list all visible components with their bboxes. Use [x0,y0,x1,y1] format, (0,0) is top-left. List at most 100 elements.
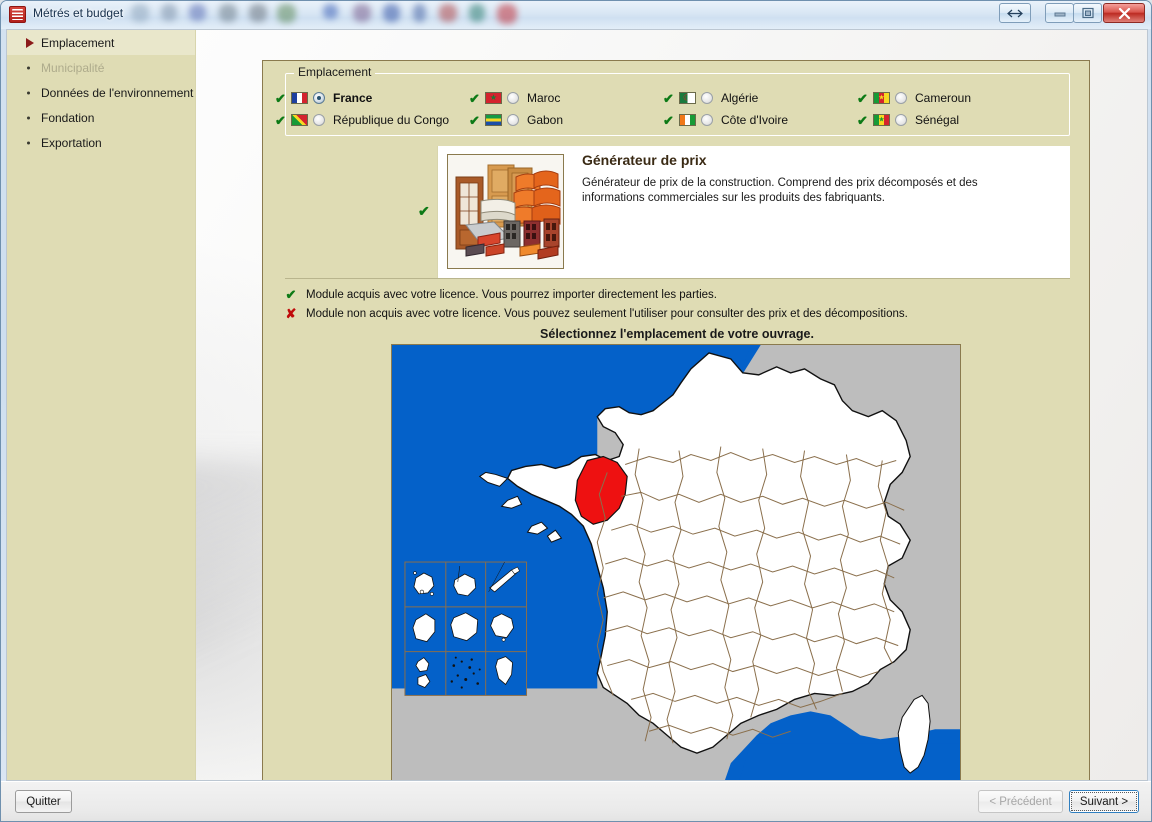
previous-button: < Précédent [978,790,1063,813]
map-heading: Sélectionnez l'emplacement de votre ouvr… [540,327,814,341]
radio-cameroun[interactable] [895,92,907,104]
close-button[interactable] [1103,3,1145,23]
bullet-icon [27,141,30,144]
glass-blur-blob [353,4,371,22]
sidebar-item-emplacement[interactable]: Emplacement [7,30,195,55]
flag-senegal-icon [873,114,890,126]
country-option-senegal[interactable]: ✔ Sénégal [845,109,1039,131]
radio-algerie[interactable] [701,92,713,104]
sidebar-item-label: Exportation [41,135,102,150]
sidebar-item-label: Données de l'environnement [41,85,194,100]
glass-blur-blob [249,4,267,22]
country-option-republique-du-congo[interactable]: ✔ République du Congo [263,109,457,131]
country-label: Algérie [721,91,759,105]
licensed-check-icon: ✔ [857,90,868,106]
radio-gabon[interactable] [507,114,519,126]
country-option-cote-divoire[interactable]: ✔ Côte d'Ivoire [651,109,845,131]
france-department-map[interactable] [391,344,961,780]
current-step-arrow-icon [26,37,34,48]
map-svg [392,345,960,780]
country-option-algerie[interactable]: ✔ Algérie [651,87,845,109]
glass-blur-blob [439,4,457,22]
product-licensed-check-icon: ✔ [418,203,430,219]
licensed-check-icon: ✔ [275,112,286,128]
licensed-check-icon: ✔ [469,90,480,106]
legend-licensed-text: Module acquis avec votre licence. Vous p… [306,289,718,301]
glass-blur-blob [413,4,426,22]
flag-algerie-icon [679,92,696,104]
app-icon [9,6,26,23]
country-label: Cameroun [915,91,972,105]
product-description: Générateur de prix de la construction. C… [582,177,978,204]
close-icon [1118,7,1130,19]
minimize-icon [1054,12,1065,17]
country-label: Côte d'Ivoire [721,113,788,127]
cross-icon: ✘ [285,306,297,321]
country-option-maroc[interactable]: ✔ Maroc [457,87,651,109]
sidebar-item-municipalite: Municipalité [7,55,195,80]
radio-senegal[interactable] [895,114,907,126]
country-label: République du Congo [333,113,450,127]
check-icon: ✔ [285,287,297,302]
country-option-france[interactable]: ✔ France [263,87,457,109]
construction-materials-image [448,155,563,268]
glass-blur-blob [219,4,237,22]
wizard-content-panel: Emplacement ✔ France ✔ Maroc ✔ [262,60,1090,780]
radio-congo[interactable] [313,114,325,126]
flag-congo-icon [291,114,308,126]
sidebar-item-fondation[interactable]: Fondation [7,105,195,130]
quit-button[interactable]: Quitter [15,790,72,813]
radio-france[interactable] [313,92,325,104]
glass-blur-blob [161,4,177,21]
country-label: Gabon [527,113,564,127]
next-button[interactable]: Suivant > [1069,790,1139,813]
legend-licensed: ✔ Module acquis avec votre licence. Vous… [285,287,717,303]
sidebar-item-exportation[interactable]: Exportation [7,130,195,155]
window-title: Métrés et budget [33,6,124,20]
wizard-footer: Quitter < Précédent Suivant > [1,781,1151,821]
client-area: Emplacement Municipalité Données de l'en… [6,29,1148,781]
country-radio-grid: ✔ France ✔ Maroc ✔ Algérie [263,87,1048,131]
licensed-check-icon: ✔ [663,90,674,106]
glass-blur-blob [189,4,206,21]
product-title: Générateur de prix [582,152,707,168]
flag-maroc-icon [485,92,502,104]
maximize-button[interactable] [1073,3,1102,23]
glass-blur-blob [497,4,517,24]
country-label: Maroc [527,91,561,105]
glass-blur-blob [131,4,149,22]
radio-maroc[interactable] [507,92,519,104]
flag-france-icon [291,92,308,104]
licensed-check-icon: ✔ [857,112,868,128]
legend-not-licensed-text: Module non acquis avec votre licence. Vo… [306,308,908,320]
minimize-button[interactable] [1045,3,1074,23]
product-card: Générateur de prix Générateur de prix de… [437,146,1070,278]
glass-blur-blob [277,4,296,23]
maximize-icon [1081,7,1094,19]
glass-blur-blob [323,4,338,19]
sidebar-item-donnees-environnement[interactable]: Données de l'environnement [7,80,195,105]
sidebar-item-label: Fondation [41,110,95,125]
section-divider [285,278,1070,279]
bullet-icon [27,66,30,69]
groupbox-legend: Emplacement [294,65,376,79]
flag-gabon-icon [485,114,502,126]
licensed-check-icon: ✔ [663,112,674,128]
bullet-icon [27,91,30,94]
legend-not-licensed: ✘ Module non acquis avec votre licence. … [285,306,908,322]
title-bar: Métrés et budget [1,1,1151,29]
licensed-check-icon: ✔ [275,90,286,106]
radio-cote-divoire[interactable] [701,114,713,126]
sidebar-item-label: Emplacement [41,35,115,50]
glass-blur-blob [469,4,485,22]
wizard-sidebar: Emplacement Municipalité Données de l'en… [7,30,196,780]
glass-blur-blob [383,4,400,22]
flag-cote-divoire-icon [679,114,696,126]
country-option-gabon[interactable]: ✔ Gabon [457,109,651,131]
next-button-label: Suivant > [1079,795,1129,808]
licensed-check-icon: ✔ [469,112,480,128]
bullet-icon [27,116,30,119]
country-label: Sénégal [915,113,960,127]
country-option-cameroun[interactable]: ✔ Cameroun [845,87,1039,109]
restore-down-button[interactable] [999,3,1031,23]
